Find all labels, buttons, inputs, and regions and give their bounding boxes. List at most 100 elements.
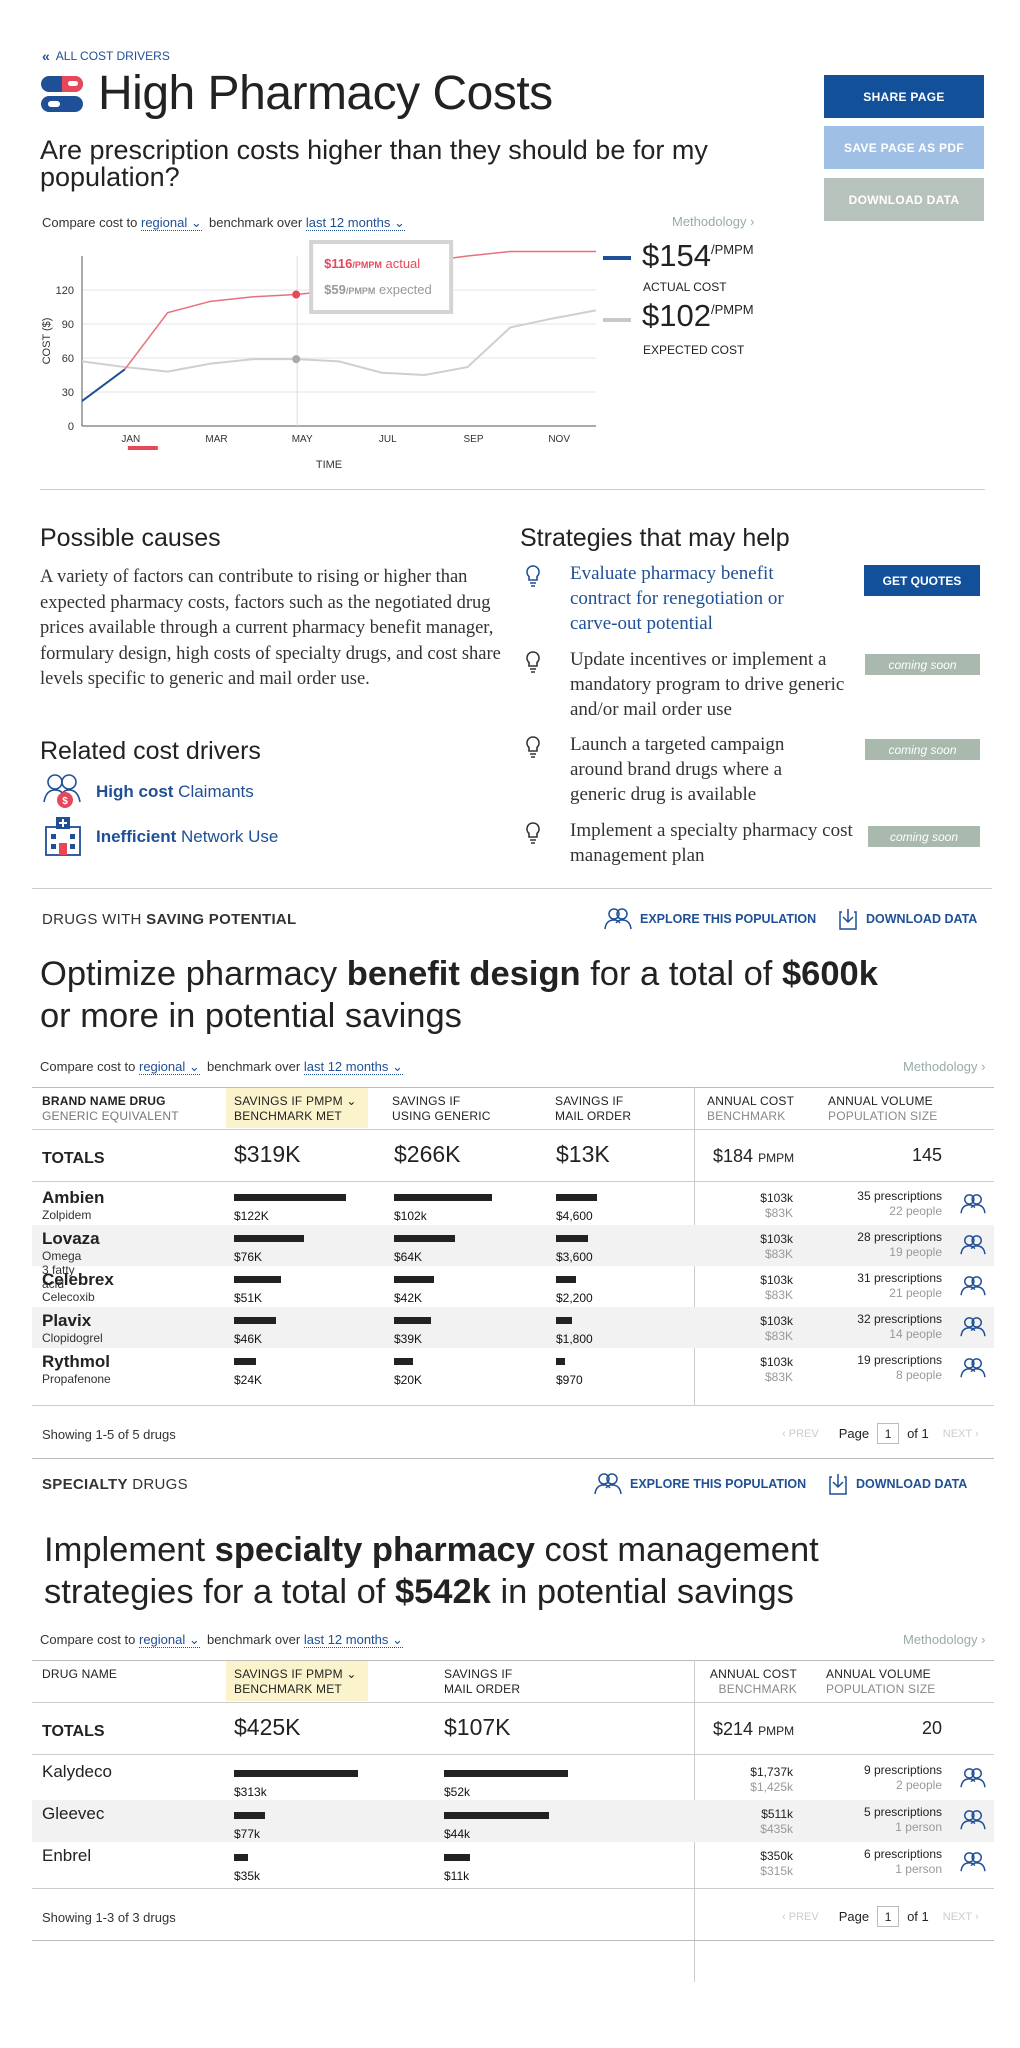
col-header-savings-mail[interactable]: SAVINGS IF MAIL ORDER — [555, 1094, 631, 1124]
savings-generic-value: $102k — [394, 1209, 427, 1223]
related-high-cost-claimants-link[interactable]: High cost Claimants — [96, 782, 254, 802]
savings-pmpm-bar — [234, 1317, 276, 1324]
get-quotes-button[interactable]: GET QUOTES — [864, 565, 980, 596]
col-header-annual-cost[interactable]: ANNUAL COST BENCHMARK — [705, 1667, 797, 1697]
annual-volume: 5 prescriptions — [863, 1805, 942, 1819]
chevron-down-icon: ⌄ — [346, 1094, 357, 1108]
population-icon[interactable] — [960, 1357, 986, 1379]
savings-mail-value: $4,600 — [556, 1209, 593, 1223]
compare-controls: Compare cost to regional ⌄ benchmark ove… — [40, 1059, 403, 1075]
period-dropdown[interactable]: last 12 months ⌄ — [303, 1059, 403, 1075]
saving-headline: Optimize pharmacy benefit design for a t… — [40, 955, 878, 1035]
actual-point — [292, 290, 301, 299]
benchmark-dropdown[interactable]: regional ⌄ — [139, 1059, 200, 1075]
annual-volume: 32 prescriptions — [857, 1312, 942, 1326]
savings-generic-bar — [394, 1317, 431, 1324]
download-data-link[interactable]: DOWNLOAD DATA — [838, 907, 977, 931]
period-dropdown[interactable]: last 12 months ⌄ — [303, 1632, 403, 1648]
benchmark-cost: $315k — [760, 1864, 793, 1878]
lightbulb-icon — [526, 651, 540, 673]
selected-month-indicator — [127, 446, 158, 450]
benchmark-cost: $83K — [764, 1206, 793, 1220]
col-header-savings-pmpm[interactable]: SAVINGS IF PMPM ⌄ BENCHMARK MET — [234, 1667, 357, 1697]
methodology-link[interactable]: Methodology › — [672, 214, 754, 229]
population-icon[interactable] — [960, 1275, 986, 1297]
col-header-annual-volume[interactable]: ANNUAL VOLUME POPULATION SIZE — [828, 1094, 937, 1124]
savings-mail-bar — [556, 1235, 588, 1242]
pager: ‹ PREV Page 1 of 1 NEXT › — [782, 1906, 979, 1927]
savings-generic-value: $20K — [394, 1373, 423, 1387]
drug-name: Enbrel — [42, 1846, 92, 1865]
savings-pmpm-value: $77k — [234, 1827, 261, 1841]
explore-population-link[interactable]: EXPLORE THIS POPULATION — [604, 907, 816, 931]
download-data-link[interactable]: DOWNLOAD DATA — [828, 1472, 967, 1496]
causes-text: A variety of factors can contribute to r… — [40, 567, 501, 689]
drug-name: Ambien — [42, 1188, 105, 1207]
table-bottom-border — [32, 1888, 994, 1889]
savings-pmpm-value: $46K — [234, 1332, 263, 1346]
population-icon[interactable] — [960, 1809, 986, 1831]
prev-button[interactable]: ‹ PREV — [782, 1428, 819, 1440]
share-page-button[interactable]: SHARE PAGE — [824, 75, 984, 118]
population-icon[interactable] — [960, 1767, 986, 1789]
savings-mail-bar — [556, 1358, 565, 1365]
methodology-link[interactable]: Methodology › — [903, 1632, 985, 1647]
methodology-link[interactable]: Methodology › — [903, 1059, 985, 1074]
related-network-use-link[interactable]: Inefficient Network Use — [96, 827, 278, 847]
col-header-savings-mail[interactable]: SAVINGS IF MAIL ORDER — [444, 1667, 520, 1697]
col-header-annual-volume[interactable]: ANNUAL VOLUME POPULATION SIZE — [826, 1667, 935, 1697]
expected-cost-label: EXPECTED COST — [643, 343, 745, 357]
coming-soon-badge: coming soon — [865, 739, 980, 760]
explore-population-link[interactable]: EXPLORE THIS POPULATION — [594, 1472, 806, 1496]
total-cost: $214 PMPM — [713, 1719, 795, 1739]
savings-pmpm-value: $122K — [234, 1209, 269, 1223]
annual-volume: 35 prescriptions — [857, 1189, 942, 1203]
population-icon[interactable] — [960, 1234, 986, 1256]
cost-chart: 0 30 60 90 120 JAN MAR MAY JUL SEP NOV COST ($) TIME… — [41, 240, 597, 471]
download-data-button[interactable]: DOWNLOAD DATA — [824, 178, 984, 221]
back-link[interactable]: « ALL COST DRIVERS — [42, 48, 170, 64]
period-dropdown[interactable]: last 12 months ⌄ — [305, 215, 405, 231]
benchmark-cost: $83K — [764, 1288, 793, 1302]
annual-volume: 31 prescriptions — [857, 1271, 942, 1285]
page-input[interactable]: 1 — [877, 1906, 900, 1927]
savings-pmpm-bar — [234, 1770, 358, 1777]
col-header-savings-generic[interactable]: SAVINGS IF USING GENERIC — [392, 1094, 491, 1124]
drug-name: Gleevec — [42, 1804, 105, 1823]
total-volume: 20 — [921, 1718, 942, 1738]
total-mail: $107K — [444, 1714, 511, 1740]
population-icon[interactable] — [960, 1851, 986, 1873]
save-pdf-button[interactable]: SAVE PAGE AS PDF — [824, 126, 984, 169]
annual-cost: $103k — [760, 1355, 793, 1369]
population-icon[interactable] — [960, 1316, 986, 1338]
population-icon[interactable] — [960, 1193, 986, 1215]
double-chevron-left-icon: « — [42, 48, 50, 64]
savings-mail-value: $11k — [444, 1869, 470, 1883]
col-header-drug: DRUG NAME — [42, 1667, 118, 1681]
benchmark-dropdown[interactable]: regional ⌄ — [139, 1632, 200, 1648]
expected-cost-value: $102/PMPM — [642, 298, 754, 333]
benchmark-cost: $1,425k — [750, 1780, 793, 1794]
divider — [32, 1458, 994, 1459]
totals-border — [32, 1181, 994, 1182]
claimants-icon: $ — [43, 774, 81, 808]
svg-text:$: $ — [62, 796, 68, 807]
savings-pmpm-bar — [234, 1854, 248, 1861]
strategy-1-link[interactable]: Evaluate pharmacy benefit contract for r… — [570, 561, 825, 636]
expected-legend-line — [603, 318, 631, 322]
annual-cost: $103k — [760, 1273, 793, 1287]
savings-generic-value: $64K — [394, 1250, 423, 1264]
showing-count: Showing 1-5 of 5 drugs — [42, 1427, 176, 1442]
next-button[interactable]: NEXT › — [943, 1428, 979, 1440]
benchmark-cost: $83K — [764, 1329, 793, 1343]
col-header-savings-pmpm[interactable]: SAVINGS IF PMPM ⌄ BENCHMARK MET — [234, 1094, 357, 1124]
benchmark-dropdown[interactable]: regional ⌄ — [141, 215, 202, 231]
total-cost: $184 PMPM — [713, 1146, 795, 1166]
x-tick-label: MAR — [205, 434, 227, 445]
next-button[interactable]: NEXT › — [943, 1911, 979, 1923]
drug-name: Plavix — [42, 1311, 92, 1330]
page-input[interactable]: 1 — [877, 1423, 900, 1444]
col-header-annual-cost[interactable]: ANNUAL COST BENCHMARK — [707, 1094, 794, 1124]
prev-button[interactable]: ‹ PREV — [782, 1911, 819, 1923]
total-generic: $266K — [394, 1141, 461, 1167]
